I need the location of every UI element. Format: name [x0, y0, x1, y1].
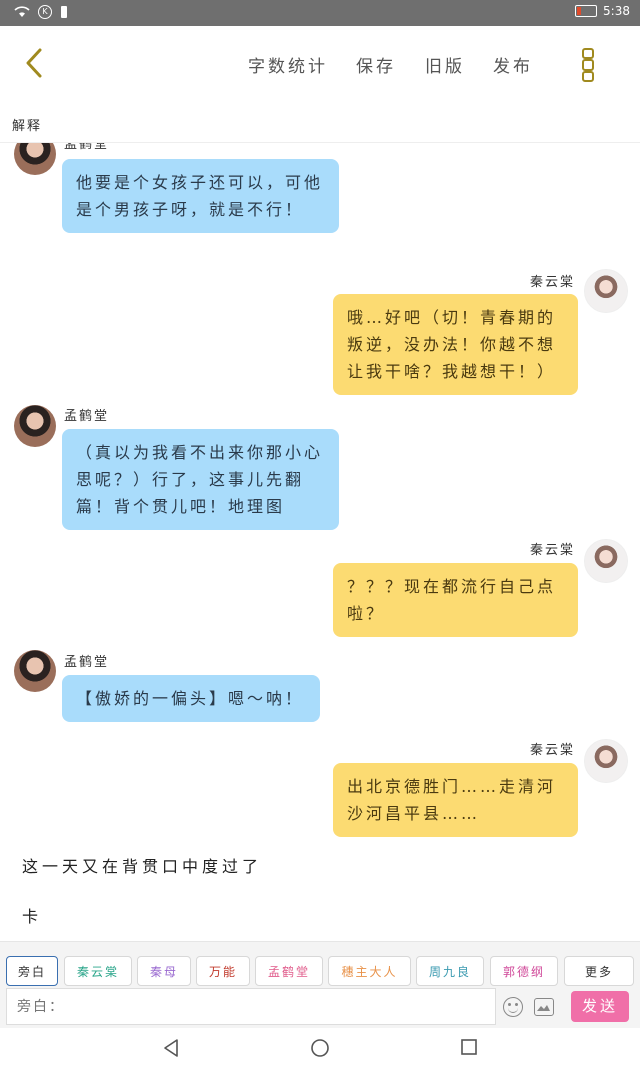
- top-bar: 字数统计 保存 旧版 发布: [0, 26, 640, 100]
- explain-link[interactable]: 解释: [12, 115, 42, 134]
- sender-name: 秦云棠: [530, 543, 576, 558]
- status-bar: K 5:38: [0, 0, 640, 26]
- k-badge-icon: K: [38, 5, 52, 19]
- word-count-button[interactable]: 字数统计: [248, 52, 328, 77]
- save-button[interactable]: 保存: [356, 52, 396, 77]
- narration-text[interactable]: 卡: [22, 903, 42, 927]
- wifi-icon: [14, 6, 30, 17]
- sender-name: 秦云棠: [530, 275, 576, 290]
- role-chip[interactable]: 周九良: [416, 956, 484, 986]
- message-bubble[interactable]: 出北京德胜门……走清河沙河昌平县……: [333, 763, 578, 837]
- mountain-icon: [537, 1005, 550, 1011]
- message-bubble[interactable]: ？？？现在都流行自己点啦？: [333, 563, 578, 637]
- nav-home-icon[interactable]: [310, 1038, 330, 1058]
- dot-icon: [582, 70, 594, 82]
- sender-name: 孟鹤堂: [64, 655, 110, 670]
- old-version-button[interactable]: 旧版: [425, 52, 465, 77]
- message-bubble[interactable]: 他要是个女孩子还可以，可他是个男孩子呀，就是不行！: [62, 159, 339, 233]
- image-icon[interactable]: [534, 998, 554, 1016]
- role-chip[interactable]: 郭德纲: [490, 956, 558, 986]
- role-chip[interactable]: 秦云棠: [64, 956, 132, 986]
- avatar-meng[interactable]: [14, 143, 56, 175]
- nav-back-icon[interactable]: [162, 1038, 180, 1058]
- emoji-icon[interactable]: [503, 997, 523, 1017]
- avatar-meng[interactable]: [14, 405, 56, 447]
- avatar-qin[interactable]: [584, 269, 628, 313]
- status-time: 5:38: [603, 4, 630, 18]
- role-chip[interactable]: 秦母: [137, 956, 191, 986]
- avatar-meng[interactable]: [14, 650, 56, 692]
- message-bubble[interactable]: （真以为我看不出来你那小心思呢？）行了，这事儿先翻篇！背个贯儿吧！地理图: [62, 429, 339, 530]
- sender-name: 秦云棠: [530, 743, 576, 758]
- battery-icon: [575, 5, 598, 17]
- input-bar: 发送: [0, 988, 640, 1028]
- notification-icon: [61, 6, 67, 18]
- dot-icon: [582, 59, 594, 71]
- role-chip[interactable]: 穗主大人: [328, 956, 411, 986]
- avatar-qin[interactable]: [584, 539, 628, 583]
- sender-name: 孟鹤堂: [64, 409, 110, 424]
- narration-text[interactable]: 这一天又在背贯口中度过了: [22, 853, 262, 877]
- chat-area[interactable]: 孟鹤堂 他要是个女孩子还可以，可他是个男孩子呀，就是不行！ 秦云棠 哦…好吧（切…: [0, 143, 640, 941]
- back-button[interactable]: [18, 46, 52, 80]
- nav-recents-icon[interactable]: [460, 1038, 478, 1056]
- role-chip[interactable]: 万能: [196, 956, 250, 986]
- system-nav-bar: [0, 1028, 640, 1067]
- more-menu-button[interactable]: [580, 48, 596, 82]
- role-chip[interactable]: 旁白: [6, 956, 58, 986]
- publish-button[interactable]: 发布: [493, 52, 533, 77]
- role-chip[interactable]: 孟鹤堂: [255, 956, 323, 986]
- avatar-qin[interactable]: [584, 739, 628, 783]
- dot-icon: [582, 48, 594, 60]
- role-bar: 旁白 秦云棠 秦母 万能 孟鹤堂 穗主大人 周九良 郭德纲 更多: [0, 941, 640, 989]
- message-bubble[interactable]: 【傲娇的一偏头】嗯～呐！: [62, 675, 320, 722]
- chevron-left-icon: [26, 48, 42, 78]
- send-button[interactable]: 发送: [571, 991, 629, 1022]
- message-bubble[interactable]: 哦…好吧（切！青春期的叛逆，没办法！你越不想让我干啥？我越想干！）: [333, 294, 578, 395]
- more-roles-button[interactable]: 更多: [564, 956, 634, 986]
- message-input[interactable]: [6, 988, 496, 1025]
- sender-name: 孟鹤堂: [64, 143, 110, 152]
